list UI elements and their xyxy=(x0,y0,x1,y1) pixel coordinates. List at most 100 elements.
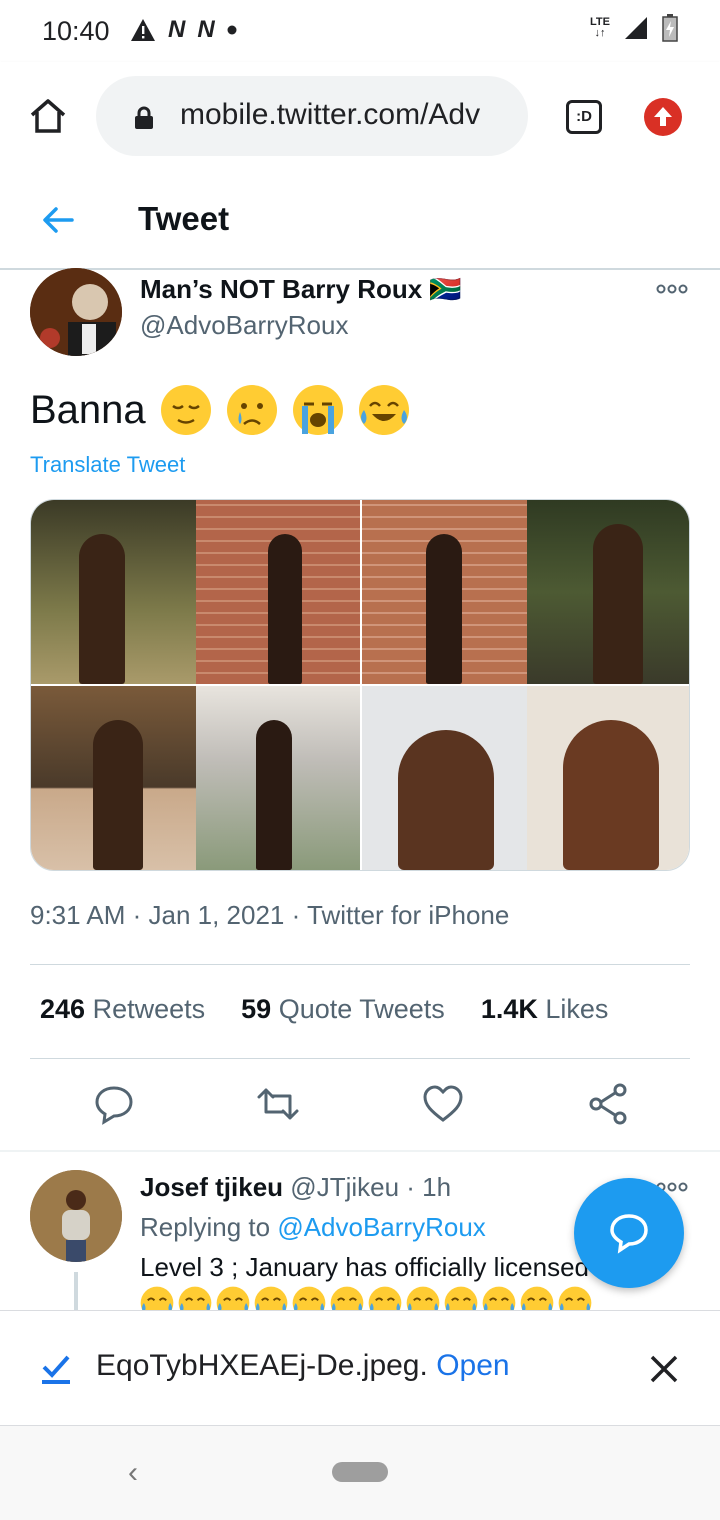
loudly-crying-face-emoji xyxy=(292,385,343,435)
author-name[interactable]: Man’s NOT Barry Roux 🇿🇦 xyxy=(140,274,462,305)
lte-label: LTE xyxy=(590,16,610,28)
reply-bubble-icon xyxy=(610,1214,648,1254)
tears-of-joy-face-emoji xyxy=(254,1286,288,1312)
tweet-actions xyxy=(0,1082,720,1132)
replying-to-prefix: Replying to xyxy=(140,1212,278,1242)
tears-of-joy-face-emoji xyxy=(482,1286,516,1312)
person-figure xyxy=(562,720,659,870)
relieved-face-emoji xyxy=(160,385,211,435)
n-icon: N xyxy=(197,16,215,43)
page-title: Tweet xyxy=(138,200,230,237)
reply-time-separator: · xyxy=(399,1172,423,1202)
photo-panel xyxy=(526,686,689,870)
lte-icon: LTE ↓↑ xyxy=(590,16,610,39)
warning-icon xyxy=(131,19,155,41)
photo-panel xyxy=(31,500,196,684)
person-figure xyxy=(255,720,292,870)
notification-icons: N N xyxy=(130,16,237,44)
dot-icon xyxy=(227,25,237,35)
reply-avatar[interactable] xyxy=(30,1170,122,1262)
more-options-icon[interactable] xyxy=(656,282,688,296)
download-filename: EqoTybHXEAEj-De.jpeg. xyxy=(96,1349,428,1382)
download-message: EqoTybHXEAEj-De.jpeg. Open xyxy=(96,1349,510,1383)
likes-count: 1.4K xyxy=(480,994,538,1024)
photo-panel xyxy=(362,500,527,684)
tears-of-joy-face-emoji xyxy=(216,1286,250,1312)
reply-thread-line xyxy=(74,1272,78,1312)
tears-of-joy-face-emoji xyxy=(558,1286,592,1312)
translate-tweet-link[interactable]: Translate Tweet xyxy=(30,452,185,478)
tab-switcher-button[interactable]: :D xyxy=(566,100,602,134)
reply-icon[interactable] xyxy=(92,1082,136,1126)
divider xyxy=(30,964,690,965)
like-icon[interactable] xyxy=(421,1082,465,1126)
person-figure xyxy=(93,720,143,870)
download-complete-icon xyxy=(42,1355,70,1384)
url-bar[interactable]: mobile.twitter.com/Adv xyxy=(96,76,528,156)
tweet-photo-2[interactable] xyxy=(362,500,689,684)
retweets-label: Retweets xyxy=(92,994,206,1024)
tears-of-joy-face-emoji xyxy=(330,1286,364,1312)
nav-back-icon[interactable]: ‹ xyxy=(128,1456,138,1490)
tears-of-joy-face-emoji xyxy=(358,385,409,435)
tweet-text: Banna xyxy=(30,384,410,436)
tears-of-joy-face-emoji xyxy=(292,1286,326,1312)
divider xyxy=(30,1058,690,1059)
likes-label: Likes xyxy=(545,994,609,1024)
reply-author-handle: @JTjikeu xyxy=(290,1172,400,1202)
tears-of-joy-face-emoji xyxy=(444,1286,478,1312)
tweet-text-body: Banna xyxy=(30,387,146,432)
reply-author[interactable]: Josef tjikeu @JTjikeu · 1h xyxy=(140,1172,451,1203)
person-figure xyxy=(592,524,643,684)
reply-emoji-row xyxy=(140,1286,592,1312)
tweet-photo-3[interactable] xyxy=(31,686,360,870)
avatar-image xyxy=(30,1170,122,1262)
reply-author-name: Josef tjikeu xyxy=(140,1172,284,1202)
system-icons: LTE ↓↑ xyxy=(590,14,678,42)
tweet-photo-1[interactable] xyxy=(31,500,360,684)
tweet-timestamp[interactable]: 9:31 AM · Jan 1, 2021 · Twitter for iPho… xyxy=(30,900,509,931)
home-icon[interactable] xyxy=(28,96,68,136)
tears-of-joy-face-emoji xyxy=(178,1286,212,1312)
retweet-icon[interactable] xyxy=(256,1082,300,1126)
compose-reply-button[interactable] xyxy=(574,1178,684,1288)
person-figure xyxy=(79,534,125,684)
tweet-page-header: Tweet xyxy=(0,172,720,270)
author-handle[interactable]: @AdvoBarryRoux xyxy=(140,310,348,341)
arrow-up-icon xyxy=(654,107,672,126)
author-avatar[interactable] xyxy=(30,268,122,356)
replying-to-handle-link[interactable]: @AdvoBarryRoux xyxy=(277,1212,485,1242)
n-icon: N xyxy=(168,16,186,43)
status-time: 10:40 xyxy=(42,16,110,46)
back-arrow-icon[interactable] xyxy=(40,202,76,238)
retweets-stat[interactable]: 246 Retweets xyxy=(40,994,205,1025)
quotes-label: Quote Tweets xyxy=(278,994,445,1024)
signal-icon xyxy=(625,17,647,39)
divider xyxy=(0,1150,720,1152)
tears-of-joy-face-emoji xyxy=(406,1286,440,1312)
tears-of-joy-face-emoji xyxy=(368,1286,402,1312)
reply-time: 1h xyxy=(422,1172,452,1202)
tears-of-joy-face-emoji xyxy=(140,1286,174,1312)
likes-stat[interactable]: 1.4K Likes xyxy=(481,994,609,1025)
avatar-image xyxy=(30,268,122,356)
tweet-source: Twitter for iPhone xyxy=(307,900,510,930)
photo-panel xyxy=(195,686,360,870)
battery-charging-icon xyxy=(662,14,678,42)
open-download-button[interactable]: Open xyxy=(436,1349,509,1382)
person-figure xyxy=(267,534,302,684)
crying-face-emoji xyxy=(226,385,277,435)
system-nav-bar: ‹ xyxy=(0,1426,720,1520)
person-figure xyxy=(398,730,494,870)
quote-tweets-stat[interactable]: 59 Quote Tweets xyxy=(241,994,445,1025)
tweet-media-grid xyxy=(30,499,690,871)
close-icon[interactable] xyxy=(648,1353,680,1385)
download-notification: EqoTybHXEAEj-De.jpeg. Open xyxy=(0,1310,720,1426)
lock-icon xyxy=(135,106,153,129)
tears-of-joy-face-emoji xyxy=(520,1286,554,1312)
nav-home-pill[interactable] xyxy=(332,1462,388,1482)
update-button[interactable] xyxy=(644,98,682,136)
tweet-photo-4[interactable] xyxy=(362,686,689,870)
share-icon[interactable] xyxy=(586,1082,630,1126)
photo-panel xyxy=(362,686,527,870)
